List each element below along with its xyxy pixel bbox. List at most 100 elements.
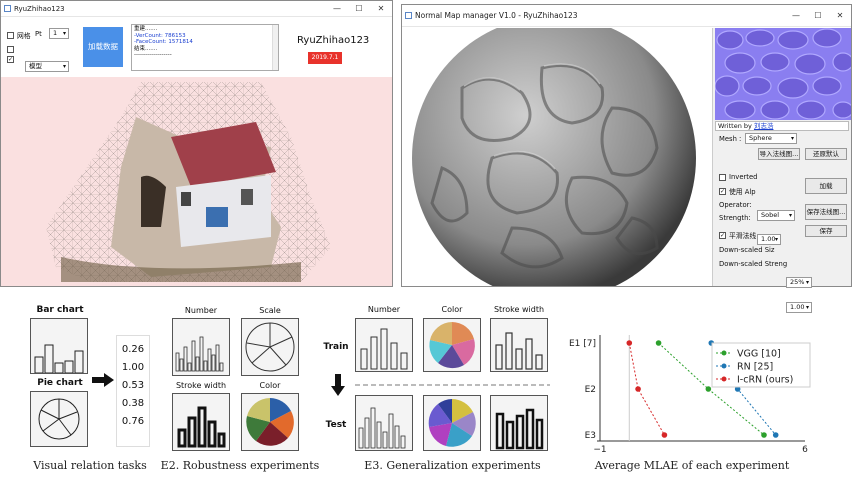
e2-scale-label: Scale: [259, 306, 281, 315]
e2-color-svg: [246, 398, 294, 446]
model-dropdown[interactable]: 模型: [25, 61, 69, 72]
y-tick-label: E3: [585, 431, 596, 441]
caption-e3: E3. Generalization experiments: [364, 459, 541, 472]
minimize-button[interactable]: —: [785, 11, 807, 20]
operator-dropdown[interactable]: Sobel: [757, 210, 795, 221]
downscaled-strength-spinbox[interactable]: 1.00: [786, 302, 812, 313]
inverted-checkbox[interactable]: [719, 173, 726, 181]
window-title: Normal Map manager V1.0 - RyuZhihao123: [415, 11, 578, 20]
operator-value: Sobel: [761, 211, 780, 219]
title-bar: RyuZhihao123 — ☐ ✕: [1, 1, 392, 17]
option-checkbox-2[interactable]: ✓: [7, 56, 14, 63]
save-normal-button[interactable]: 保存法线图...: [805, 204, 847, 220]
log-textbox[interactable]: 重建....... -VerCount: 786153 -FaceCount: …: [131, 24, 279, 71]
model-dropdown-value: 模型: [29, 62, 42, 70]
smooth-normal-checkbox[interactable]: ✓: [719, 231, 726, 239]
pie-chart-label: Pie chart: [37, 378, 83, 388]
log-scrollbar[interactable]: [272, 25, 278, 70]
normal-map-preview: [715, 28, 851, 120]
x-tick-label: −1: [593, 445, 606, 455]
e2-scale-svg: [245, 322, 295, 372]
downscaled-size-value: 25%: [790, 278, 805, 286]
bar-chart-label: Bar chart: [36, 305, 84, 315]
use-alpha-checkbox[interactable]: ✓: [719, 187, 726, 195]
value-item: 0.76: [121, 416, 145, 427]
down-arrow-icon: [331, 374, 345, 396]
close-button[interactable]: ✕: [370, 4, 392, 13]
pie-chart-thumb-svg: [38, 398, 80, 440]
app-icon: [4, 5, 11, 12]
maximize-button[interactable]: ☐: [348, 4, 370, 13]
train-number-svg: [360, 328, 408, 370]
save-button[interactable]: 保存: [805, 225, 847, 237]
downscaled-size-dropdown[interactable]: 25%: [786, 277, 812, 288]
mesh-dropdown[interactable]: Sphere: [745, 133, 797, 144]
value-item: 1.00: [121, 362, 145, 373]
bar-chart-thumb: [30, 318, 88, 374]
e2-stroke-label: Stroke width: [175, 381, 227, 390]
series-line: [628, 342, 665, 436]
window-title: RyuZhihao123: [14, 4, 65, 13]
log-line: -FaceCount: 1571814: [134, 39, 193, 46]
value-item: 0.53: [121, 380, 145, 391]
grid-checkbox[interactable]: [7, 31, 14, 39]
arrow-icon: [92, 373, 114, 387]
date-badge: 2019.7.1: [308, 52, 342, 64]
mesh-label: Mesh :: [719, 135, 742, 143]
e2-scale-thumb: [241, 318, 299, 376]
written-by: Written by 刘志浩: [715, 121, 849, 131]
sphere-viewport[interactable]: [402, 16, 711, 300]
legend-entry: VGG [10]: [737, 349, 781, 360]
e2-number-thumb: [172, 318, 230, 376]
author-label: RyuZhihao123: [297, 35, 370, 46]
data-point: [761, 432, 767, 438]
pie-chart-thumb: [30, 391, 88, 447]
value-item: 0.26: [121, 344, 145, 355]
caption-visual-relation: Visual relation tasks: [33, 459, 147, 472]
e2-number-label: Number: [184, 306, 218, 315]
restore-default-button[interactable]: 还原默认: [805, 148, 847, 160]
load-button[interactable]: 加载: [805, 178, 847, 194]
train-color-thumb: [423, 318, 481, 372]
strength-label: Strength:: [719, 214, 751, 222]
point-cloud-window: RyuZhihao123 — ☐ ✕ 网格 Pt 1 ✓ 模型 加载数据 重建.…: [0, 0, 393, 287]
legend-marker: [721, 363, 727, 369]
caption-mlae: Average MLAE of each experiment: [594, 459, 790, 472]
data-point: [655, 340, 662, 346]
option-checkbox-1[interactable]: [7, 46, 14, 53]
normal-texture: [715, 28, 851, 120]
log-line: -VerCount: 786153: [134, 32, 186, 39]
point-cloud-render: [46, 82, 331, 282]
e2-number-svg: [175, 336, 224, 372]
train-number-thumb: [355, 318, 413, 372]
pt-label: Pt: [35, 30, 42, 38]
grid-checkbox-label: 网格: [17, 32, 31, 40]
render-canvas[interactable]: [1, 77, 392, 286]
e2-color-label: Color: [259, 381, 281, 390]
downscaled-strength-value: 1.00: [790, 303, 805, 311]
strength-spinbox[interactable]: 1.00: [757, 234, 781, 245]
log-line: 重建.......: [134, 26, 158, 32]
operator-label: Operator:: [719, 201, 752, 209]
close-button[interactable]: ✕: [829, 11, 851, 20]
caption-e2: E2. Robustness experiments: [160, 459, 320, 472]
data-point: [772, 432, 779, 438]
e2-stroke-svg: [177, 406, 226, 448]
value-item: 0.38: [121, 398, 145, 409]
pt-spinbox[interactable]: 1: [49, 28, 69, 39]
test-color-svg: [428, 399, 476, 447]
minimize-button[interactable]: —: [326, 4, 348, 13]
import-normal-button[interactable]: 导入法线图...: [758, 148, 800, 160]
mesh-dropdown-value: Sphere: [749, 134, 772, 142]
load-data-button[interactable]: 加载数据: [83, 27, 123, 67]
test-label: Test: [325, 420, 347, 430]
e3-color-label: Color: [441, 305, 463, 314]
downscaled-size-label: Down-scaled Siz: [719, 246, 775, 254]
train-stroke-thumb: [490, 318, 548, 372]
maximize-button[interactable]: ☐: [807, 11, 829, 20]
legend-entry: I-cRN (ours): [737, 375, 793, 386]
use-alpha-label: 使用 Alp: [729, 188, 756, 196]
test-color-thumb: [423, 395, 481, 451]
sphere-render: [412, 16, 696, 300]
control-panel: 网格 Pt 1 ✓ 模型 加载数据 重建....... -VerCount: 7…: [1, 18, 392, 76]
